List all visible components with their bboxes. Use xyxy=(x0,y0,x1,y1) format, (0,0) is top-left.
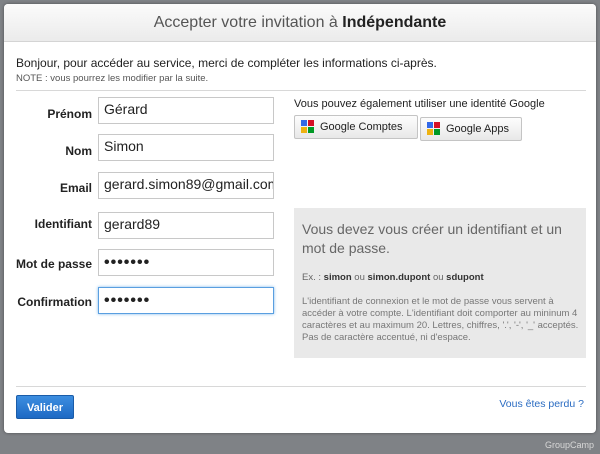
google-identity-text: Vous pouvez également utiliser une ident… xyxy=(294,98,545,110)
confirmation-label: Confirmation xyxy=(17,295,92,309)
google-accounts-button[interactable]: Google Comptes xyxy=(294,115,418,139)
identifiant-input[interactable]: gerard89 xyxy=(98,212,274,239)
prenom-input[interactable]: Gérard xyxy=(98,97,274,124)
groupcamp-brand: GroupCamp xyxy=(544,440,594,450)
examples-or-1: ou xyxy=(354,272,365,283)
note-text: NOTE : vous pourrez les modifier par la … xyxy=(16,73,209,84)
dialog-title-prefix: Accepter votre invitation à xyxy=(153,14,338,31)
examples-or-2: ou xyxy=(432,272,444,283)
intro-text: Bonjour, pour accéder au service, merci … xyxy=(16,56,437,70)
example-1: simon xyxy=(323,272,352,283)
google-logo-icon xyxy=(301,120,315,134)
example-2: simon.dupont xyxy=(367,272,431,283)
info-description: L'identifiant de connexion et le mot de … xyxy=(302,296,579,343)
top-divider xyxy=(16,90,586,91)
password-input[interactable]: ••••••• xyxy=(98,249,274,276)
identifiant-label: Identifiant xyxy=(34,217,92,231)
identifier-info-box: Vous devez vous créer un identifiant et … xyxy=(294,208,586,358)
google-apps-button[interactable]: Google Apps xyxy=(420,117,522,141)
help-link[interactable]: Vous êtes perdu ? xyxy=(499,398,584,410)
google-logo-icon xyxy=(427,122,441,136)
nom-label: Nom xyxy=(65,144,92,158)
dialog-title-org: Indépendante xyxy=(342,14,447,31)
google-accounts-label: Google Comptes xyxy=(320,121,403,133)
prenom-label: Prénom xyxy=(47,107,92,121)
password-label: Mot de passe xyxy=(15,257,92,271)
dialog-title: Accepter votre invitation à Indépendante xyxy=(4,4,596,42)
info-title: Vous devez vous créer un identifiant et … xyxy=(302,221,562,256)
invitation-dialog: Accepter votre invitation à Indépendante… xyxy=(4,4,596,433)
nom-input[interactable]: Simon xyxy=(98,134,274,161)
info-examples: Ex. : simon ou simon.dupont ou sdupont xyxy=(302,272,484,283)
email-input[interactable]: gerard.simon89@gmail.com xyxy=(98,172,274,199)
examples-prefix: Ex. : xyxy=(302,272,322,283)
bottom-divider xyxy=(16,386,586,387)
email-label: Email xyxy=(59,181,92,195)
validate-button[interactable]: Valider xyxy=(16,395,74,419)
google-apps-label: Google Apps xyxy=(446,123,509,135)
confirmation-input[interactable]: ••••••• xyxy=(98,287,274,314)
example-3: sdupont xyxy=(446,272,484,283)
